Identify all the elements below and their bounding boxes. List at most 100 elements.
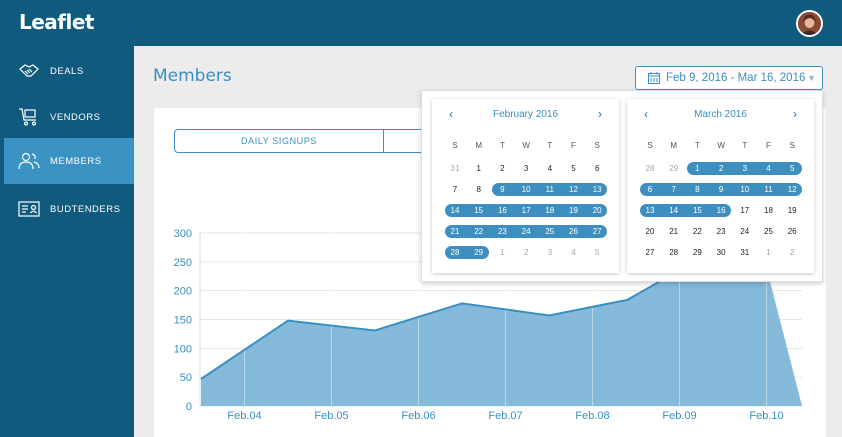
tab-secondary[interactable] xyxy=(384,129,424,153)
calendar-day[interactable]: 20 xyxy=(638,225,662,238)
calendar-day[interactable]: 9 xyxy=(490,183,514,196)
calendar-day[interactable]: 27 xyxy=(585,225,609,238)
month-title: February 2016 xyxy=(492,109,559,120)
id-card-icon xyxy=(17,198,41,220)
calendar-day[interactable]: 15 xyxy=(467,204,491,217)
calendar-day[interactable]: 28 xyxy=(638,162,662,175)
calendar-day[interactable]: 29 xyxy=(467,246,491,259)
calendar-day[interactable]: 21 xyxy=(443,225,467,238)
calendar-day[interactable]: 16 xyxy=(709,204,733,217)
calendar-day[interactable]: 29 xyxy=(685,246,709,259)
user-avatar[interactable] xyxy=(796,10,823,37)
y-tick-label: 50 xyxy=(180,372,192,384)
x-tick-label: Feb.07 xyxy=(488,410,522,422)
sidebar-item-members[interactable]: MEMBERS xyxy=(4,138,134,184)
calendar-day[interactable]: 13 xyxy=(585,183,609,196)
calendar-day[interactable]: 8 xyxy=(467,183,491,196)
calendar-day[interactable]: 23 xyxy=(709,225,733,238)
sidebar-item-deals[interactable]: DEALS xyxy=(0,48,134,94)
y-tick-label: 200 xyxy=(174,286,192,298)
calendar-day[interactable]: 5 xyxy=(562,162,586,175)
calendar-day[interactable]: 28 xyxy=(443,246,467,259)
sidebar-item-budtenders[interactable]: BUDTENDERS xyxy=(0,186,134,232)
calendar-day[interactable]: 18 xyxy=(538,204,562,217)
sidebar-item-vendors[interactable]: VENDORS xyxy=(0,94,134,140)
calendar-icon xyxy=(648,72,660,84)
calendar-day[interactable]: 7 xyxy=(443,183,467,196)
calendar-day[interactable]: 4 xyxy=(562,246,586,259)
calendar-day[interactable]: 2 xyxy=(490,162,514,175)
calendar-day[interactable]: 18 xyxy=(757,204,781,217)
calendar-day[interactable]: 12 xyxy=(562,183,586,196)
calendar-day[interactable]: 10 xyxy=(514,183,538,196)
y-tick-label: 300 xyxy=(174,228,192,240)
calendar-day[interactable]: 2 xyxy=(514,246,538,259)
chevron-right-icon[interactable]: › xyxy=(593,107,607,121)
calendar-day[interactable]: 25 xyxy=(757,225,781,238)
calendar-day[interactable]: 12 xyxy=(780,183,804,196)
calendar-day[interactable]: 27 xyxy=(638,246,662,259)
calendar-day[interactable]: 31 xyxy=(443,162,467,175)
date-range-picker[interactable]: Feb 9, 2016 - Mar 16, 2016 ▼ xyxy=(635,66,823,90)
calendar-day[interactable]: 31 xyxy=(733,246,757,259)
calendar-day[interactable]: 26 xyxy=(562,225,586,238)
calendar-day[interactable]: 4 xyxy=(538,162,562,175)
calendar-day[interactable]: 21 xyxy=(662,225,686,238)
weekday-label: T xyxy=(694,141,700,150)
x-tick-label: Feb.10 xyxy=(749,410,783,422)
calendar-day[interactable]: 13 xyxy=(638,204,662,217)
calendar-day[interactable]: 3 xyxy=(538,246,562,259)
chevron-right-icon[interactable]: › xyxy=(788,107,802,121)
app-logo[interactable]: Leaflet xyxy=(19,10,95,34)
calendar-day[interactable]: 25 xyxy=(538,225,562,238)
calendar-day[interactable]: 9 xyxy=(709,183,733,196)
y-tick-label: 0 xyxy=(186,401,192,413)
calendar-day[interactable]: 19 xyxy=(562,204,586,217)
calendar-day[interactable]: 3 xyxy=(514,162,538,175)
calendar-day[interactable]: 26 xyxy=(780,225,804,238)
calendar-day[interactable]: 19 xyxy=(780,204,804,217)
calendar-day[interactable]: 14 xyxy=(443,204,467,217)
weekday-label: S xyxy=(452,141,458,150)
calendar-day[interactable]: 17 xyxy=(733,204,757,217)
weekday-label: S xyxy=(647,141,653,150)
calendar-day[interactable]: 7 xyxy=(662,183,686,196)
chevron-left-icon[interactable]: ‹ xyxy=(444,107,458,121)
sidebar-item-label: BUDTENDERS xyxy=(50,203,121,215)
calendar-day[interactable]: 24 xyxy=(514,225,538,238)
calendar-day[interactable]: 16 xyxy=(490,204,514,217)
calendar-day[interactable]: 3 xyxy=(733,162,757,175)
calendar-day[interactable]: 6 xyxy=(585,162,609,175)
calendar-day[interactable]: 5 xyxy=(585,246,609,259)
calendar-day[interactable]: 17 xyxy=(514,204,538,217)
calendar-day[interactable]: 24 xyxy=(733,225,757,238)
calendar-february: February 2016 ‹ › S M T W T F S 31 1 2 3 4 5 6 7 8 9 10 11 12 1… xyxy=(432,99,619,273)
calendar-day[interactable]: 22 xyxy=(467,225,491,238)
calendar-day[interactable]: 22 xyxy=(685,225,709,238)
calendar-day[interactable]: 11 xyxy=(757,183,781,196)
calendar-day[interactable]: 11 xyxy=(538,183,562,196)
calendar-day[interactable]: 1 xyxy=(467,162,491,175)
calendar-day[interactable]: 8 xyxy=(685,183,709,196)
calendar-day[interactable]: 30 xyxy=(709,246,733,259)
calendar-day[interactable]: 1 xyxy=(757,246,781,259)
calendar-day[interactable]: 28 xyxy=(662,246,686,259)
calendar-day[interactable]: 23 xyxy=(490,225,514,238)
calendar-day[interactable]: 2 xyxy=(780,246,804,259)
calendar-day[interactable]: 1 xyxy=(685,162,709,175)
calendar-day[interactable]: 1 xyxy=(490,246,514,259)
date-range-dropdown: February 2016 ‹ › S M T W T F S 31 1 2 3 4 5 6 7 8 9 10 11 12 1… xyxy=(421,90,823,282)
chevron-left-icon[interactable]: ‹ xyxy=(639,107,653,121)
calendar-day[interactable]: 2 xyxy=(709,162,733,175)
calendar-day[interactable]: 5 xyxy=(780,162,804,175)
calendar-day[interactable]: 15 xyxy=(685,204,709,217)
calendar-day[interactable]: 10 xyxy=(733,183,757,196)
calendar-day[interactable]: 4 xyxy=(757,162,781,175)
calendar-day[interactable]: 20 xyxy=(585,204,609,217)
weekday-label: M xyxy=(475,141,483,150)
calendar-day[interactable]: 29 xyxy=(662,162,686,175)
tab-daily-signups[interactable]: DAILY SIGNUPS xyxy=(174,129,384,153)
sidebar-item-label: DEALS xyxy=(50,65,84,77)
calendar-day[interactable]: 6 xyxy=(638,183,662,196)
calendar-day[interactable]: 14 xyxy=(662,204,686,217)
